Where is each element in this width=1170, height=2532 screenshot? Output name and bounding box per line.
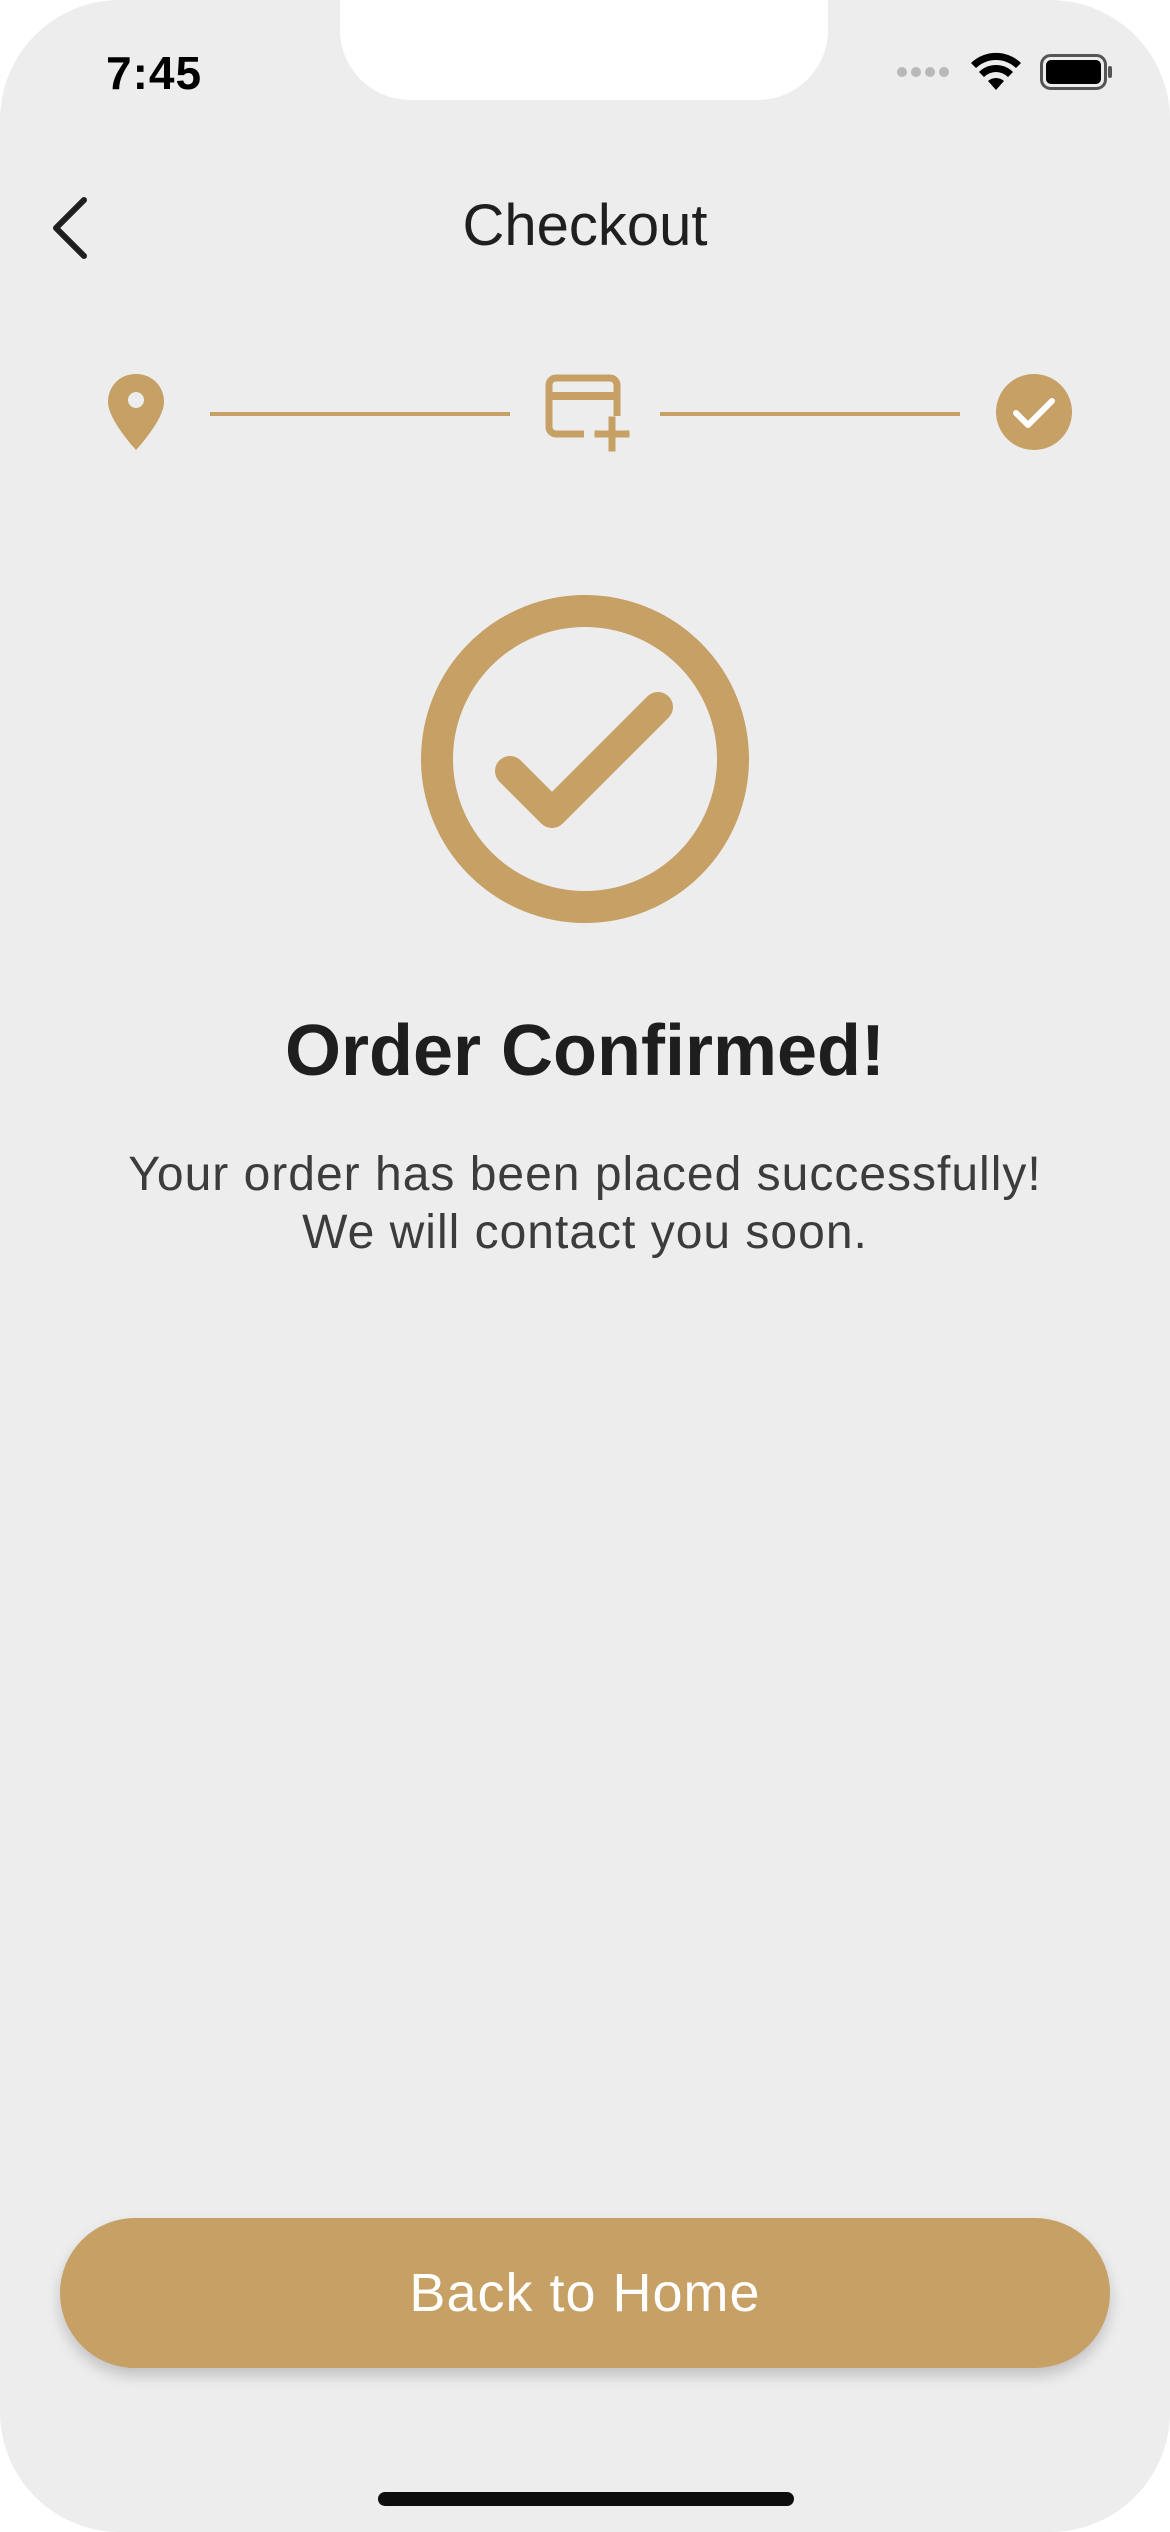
confirmation-message: Your order has been placed successfully!… (0, 1146, 1170, 1262)
page-title: Checkout (462, 193, 708, 258)
status-icons (896, 52, 1114, 97)
step-confirmation (994, 372, 1074, 457)
status-time: 7:45 (106, 47, 203, 99)
order-success-illustration (420, 594, 750, 924)
confirmation-message-line-1: Your order has been placed successfully! (128, 1148, 1042, 1201)
app-header: Checkout (0, 170, 1170, 280)
step-address (100, 372, 172, 456)
step-payment (544, 374, 632, 454)
confirmation-title: Order Confirmed! (284, 1011, 886, 1091)
check-circle-outline-icon (420, 595, 750, 928)
step-connector-1 (210, 412, 510, 416)
device-notch (340, 0, 828, 100)
checkout-stepper (0, 360, 1170, 470)
credit-card-add-icon (544, 372, 632, 457)
step-connector-2 (660, 412, 960, 416)
phone-screen: 7:45 Checkout Order Confirmed! Your orde… (0, 0, 1170, 2532)
home-indicator (378, 2492, 794, 2506)
confirmation-message-line-2: We will contact you soon. (302, 1206, 868, 1259)
back-to-home-label: Back to Home (409, 2263, 761, 2323)
back-to-home-button[interactable]: Back to Home (60, 2218, 1110, 2368)
battery-icon (1040, 54, 1114, 95)
wifi-icon (970, 52, 1022, 97)
signal-dots-icon (896, 65, 952, 84)
check-circle-icon (994, 372, 1074, 457)
location-pin-icon (106, 372, 166, 457)
